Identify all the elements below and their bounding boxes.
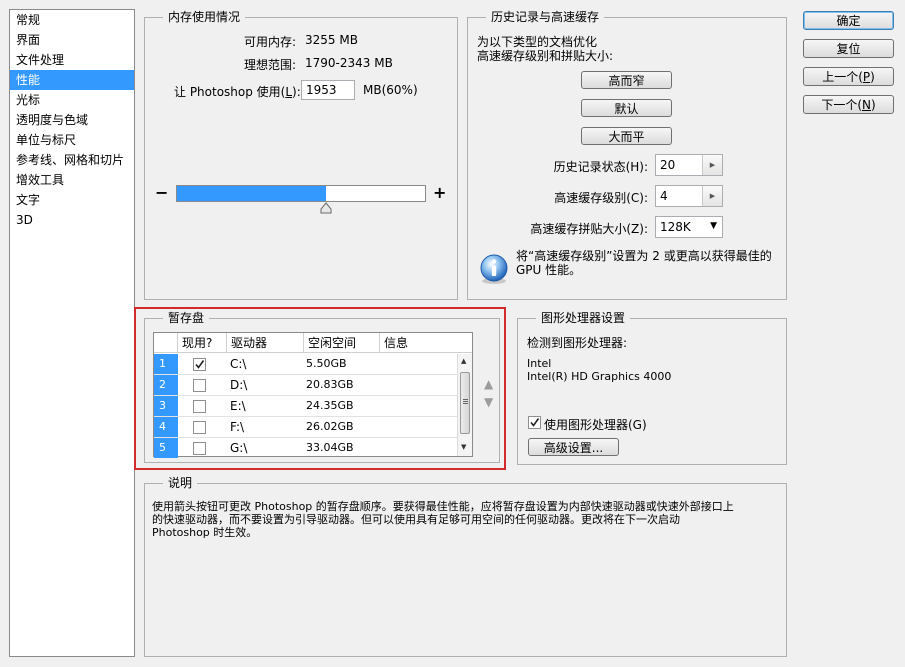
sidebar-item-transparency[interactable]: 透明度与色域 [10, 110, 134, 130]
drive-name: C:\ [230, 357, 247, 371]
sidebar-item-type[interactable]: 文字 [10, 190, 134, 210]
chevron-down-icon: ▼ [710, 221, 717, 231]
free-space: 5.50GB [306, 357, 347, 370]
move-up-arrow-icon[interactable]: ▲ [484, 377, 493, 391]
next-button-key: N [862, 98, 871, 112]
row-number: 1 [154, 354, 178, 374]
table-header-drive[interactable]: 驱动器 [227, 333, 304, 353]
history-cache-title: 历史记录与高速缓存 [486, 9, 605, 25]
prev-button-key: P [862, 70, 871, 84]
memory-slider-track[interactable] [176, 185, 426, 202]
sidebar-item-general[interactable]: 常规 [10, 10, 134, 30]
ok-button[interactable]: 确定 [803, 11, 894, 30]
table-header: 现用? 驱动器 空闲空间 信息 [154, 333, 472, 353]
sidebar-item-units-rulers[interactable]: 单位与标尺 [10, 130, 134, 150]
gpu-model: Intel(R) HD Graphics 4000 [527, 370, 672, 383]
prev-button-label: 上一个( [822, 70, 863, 84]
next-button[interactable]: 下一个(N) [803, 95, 894, 114]
active-checkbox[interactable] [193, 379, 206, 392]
spinner-arrow-icon[interactable]: ▶ [702, 155, 722, 175]
available-memory-value: 3255 MB [305, 33, 358, 47]
ideal-range-label: 理想范围: [243, 58, 296, 72]
info-icon [478, 253, 510, 285]
table-row[interactable]: 4 F:\ 26.02GB [154, 417, 457, 438]
row-number: 2 [154, 375, 178, 395]
memory-slider-thumb[interactable] [320, 202, 332, 214]
row-number: 5 [154, 438, 178, 458]
scroll-up-icon[interactable]: ▲ [461, 357, 466, 365]
use-gpu-checkbox[interactable] [528, 416, 541, 429]
table-row[interactable]: 5 G:\ 33.04GB [154, 438, 457, 459]
let-photoshop-use-label: 让 Photoshop 使用(L): [174, 85, 301, 99]
memory-use-input[interactable] [301, 80, 355, 100]
sidebar-item-performance[interactable]: 性能 [10, 70, 134, 90]
gpu-tip-line2: GPU 性能。 [516, 263, 582, 277]
sidebar-item-file-handling[interactable]: 文件处理 [10, 50, 134, 70]
drive-name: G:\ [230, 441, 248, 455]
prev-button[interactable]: 上一个(P) [803, 67, 894, 86]
table-row[interactable]: 2 D:\ 20.83GB [154, 375, 457, 396]
sidebar-item-plugins[interactable]: 增效工具 [10, 170, 134, 190]
table-header-free-space[interactable]: 空闲空间 [304, 333, 380, 353]
cache-tile-size-value: 128K [660, 220, 691, 234]
free-space: 33.04GB [306, 441, 354, 454]
row-number: 3 [154, 396, 178, 416]
active-checkbox[interactable] [193, 358, 206, 371]
free-space: 24.35GB [306, 399, 354, 412]
active-checkbox[interactable] [193, 442, 206, 455]
free-space: 20.83GB [306, 378, 354, 391]
tall-thin-button[interactable]: 高而窄 [581, 71, 672, 89]
history-states-spinner[interactable]: 20 ▶ [655, 154, 723, 176]
drive-name: F:\ [230, 420, 245, 434]
description-title: 说明 [163, 475, 198, 491]
use-gpu-label[interactable]: 使用图形处理器(G) [544, 416, 647, 433]
history-states-label: 历史记录状态(H): [553, 160, 648, 174]
drive-name: E:\ [230, 399, 246, 413]
description-line3: Photoshop 时生效。 [152, 526, 258, 539]
gpu-settings-title: 图形处理器设置 [536, 310, 631, 326]
next-button-label: 下一个( [821, 98, 862, 112]
memory-increase-icon[interactable]: + [433, 183, 446, 202]
sidebar-item-interface[interactable]: 界面 [10, 30, 134, 50]
free-space: 26.02GB [306, 420, 354, 433]
preferences-sidebar: 常规 界面 文件处理 性能 光标 透明度与色域 单位与标尺 参考线、网格和切片 … [9, 9, 135, 657]
cache-tile-size-select[interactable]: 128K ▼ [655, 216, 723, 238]
big-flat-button[interactable]: 大而平 [581, 127, 672, 145]
ideal-range-value: 1790-2343 MB [305, 56, 393, 70]
spinner-arrow-icon[interactable]: ▶ [702, 186, 722, 206]
available-memory-label: 可用内存: [243, 35, 296, 49]
scroll-down-icon[interactable]: ▼ [461, 443, 466, 451]
table-row[interactable]: 1 C:\ 5.50GB [154, 354, 457, 375]
scroll-thumb[interactable] [460, 372, 470, 434]
sidebar-item-3d[interactable]: 3D [10, 210, 134, 230]
cache-tile-size-label: 高速缓存拼贴大小(Z): [530, 222, 648, 236]
history-desc-line2: 高速缓存级别和拼贴大小: [477, 49, 614, 63]
memory-use-unit: MB(60%) [363, 83, 418, 97]
table-header-num [154, 333, 178, 353]
cache-levels-spinner[interactable]: 4 ▶ [655, 185, 723, 207]
table-header-info[interactable]: 信息 [380, 333, 472, 353]
move-down-arrow-icon[interactable]: ▼ [484, 395, 493, 409]
memory-decrease-icon[interactable]: − [155, 183, 168, 202]
table-scrollbar[interactable]: ▲ ▼ [457, 354, 472, 456]
active-checkbox[interactable] [193, 421, 206, 434]
row-number: 4 [154, 417, 178, 437]
default-button[interactable]: 默认 [581, 99, 672, 117]
history-states-value: 20 [660, 158, 676, 172]
reset-button[interactable]: 复位 [803, 39, 894, 58]
table-header-active[interactable]: 现用? [178, 333, 227, 353]
sidebar-item-guides-grid[interactable]: 参考线、网格和切片 [10, 150, 134, 170]
gpu-detected-label: 检测到图形处理器: [527, 336, 628, 350]
memory-usage-title: 内存使用情况 [163, 9, 246, 25]
active-checkbox[interactable] [193, 400, 206, 413]
sidebar-item-cursors[interactable]: 光标 [10, 90, 134, 110]
gpu-vendor: Intel [527, 357, 552, 370]
memory-slider-fill [177, 186, 326, 201]
cache-levels-label: 高速缓存级别(C): [554, 191, 648, 205]
scratch-disk-table[interactable]: 现用? 驱动器 空闲空间 信息 1 C:\ 5.50GB 2 D:\ 20.83… [153, 332, 473, 459]
drive-name: D:\ [230, 378, 248, 392]
cache-levels-value: 4 [660, 189, 668, 203]
table-row[interactable]: 3 E:\ 24.35GB [154, 396, 457, 417]
advanced-settings-button[interactable]: 高级设置... [528, 438, 619, 456]
